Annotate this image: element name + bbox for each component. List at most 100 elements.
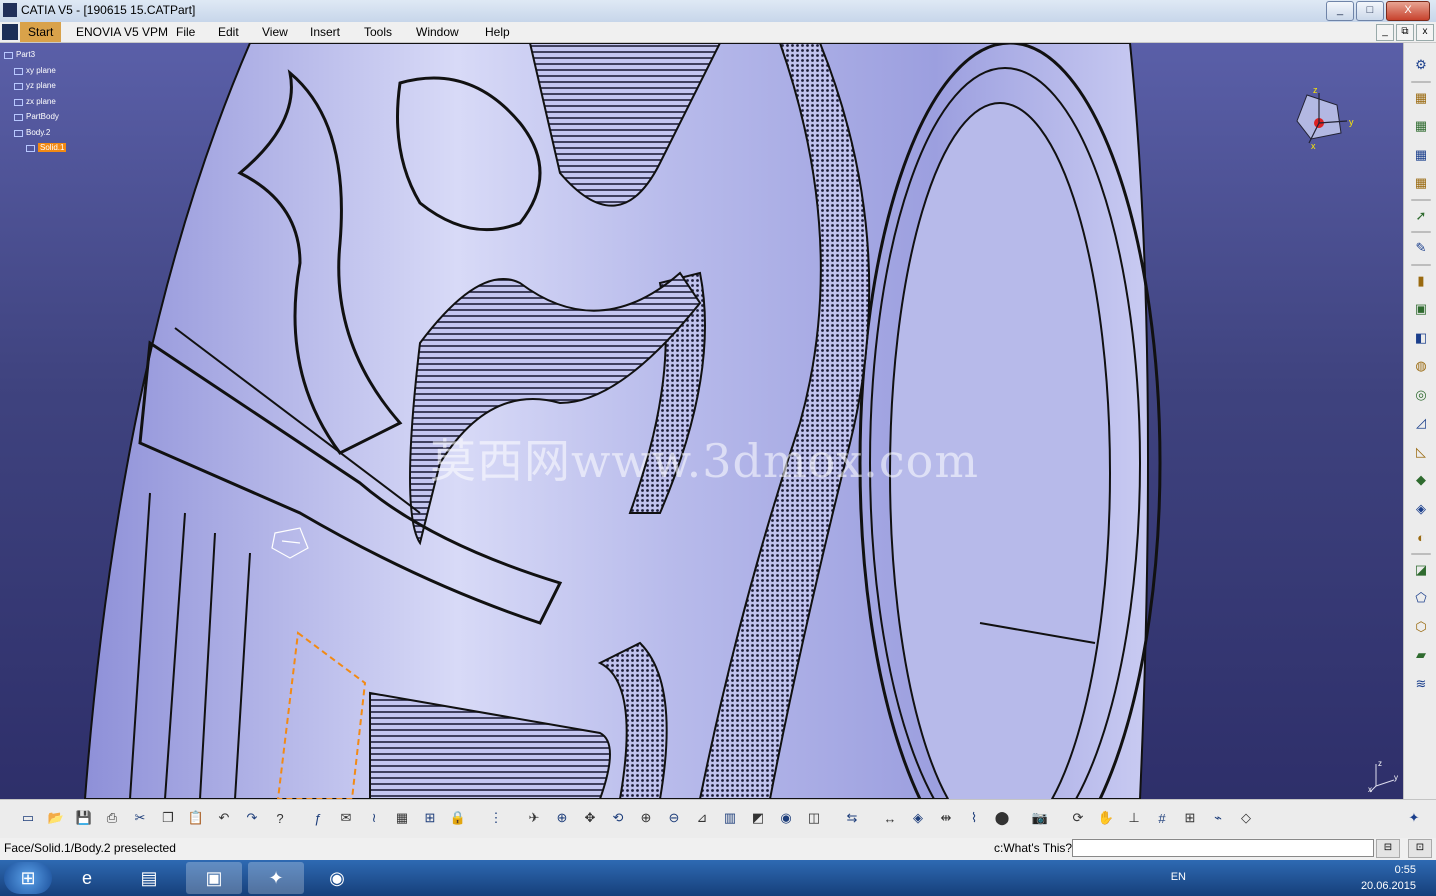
fit-all-icon[interactable]: ⊕ [552, 808, 572, 828]
language-indicator[interactable]: EN [1171, 871, 1186, 883]
grid-icon[interactable]: ⊞ [1180, 808, 1200, 828]
tree-node[interactable]: Body.2 [4, 125, 66, 141]
tree-node[interactable]: xy plane [4, 63, 66, 79]
tree-node[interactable]: Solid.1 [4, 140, 67, 156]
compass-widget[interactable]: z y x [1289, 85, 1359, 151]
menu-view[interactable]: View [262, 25, 288, 39]
close-button[interactable]: X [1386, 1, 1430, 21]
table-icon[interactable]: ▦ [392, 808, 412, 828]
catia-task-icon[interactable]: ✦ [248, 862, 304, 894]
pocket-icon[interactable]: ▣ [1411, 299, 1431, 319]
menu-help[interactable]: Help [485, 25, 510, 39]
draft-icon[interactable]: ⬠ [1411, 588, 1431, 608]
paste-icon[interactable]: 📋 [186, 808, 206, 828]
knowledge-icon[interactable]: ≀ [364, 808, 384, 828]
formula-icon[interactable]: ƒ [308, 808, 328, 828]
tree-node[interactable]: PartBody [4, 109, 66, 125]
iso-view-icon[interactable]: ◩ [748, 808, 768, 828]
fillet-icon[interactable]: ◐ [1411, 527, 1431, 547]
lock-icon[interactable]: 🔒 [448, 808, 468, 828]
update-icon[interactable]: ⟳ [1068, 808, 1088, 828]
units-icon[interactable]: # [1152, 808, 1172, 828]
menu-tools[interactable]: Tools [364, 25, 392, 39]
open-icon[interactable]: 📂 [46, 808, 66, 828]
param-icon[interactable]: ⋮ [486, 808, 506, 828]
view-icon[interactable]: ▦ [1411, 88, 1431, 108]
minimize-button[interactable]: _ [1326, 1, 1354, 21]
menu-start[interactable]: Start [20, 22, 62, 42]
hand-icon[interactable]: ✋ [1096, 808, 1116, 828]
view-icon[interactable]: ▦ [1411, 116, 1431, 136]
slot-icon[interactable]: ◺ [1411, 442, 1431, 462]
whats-this-icon[interactable]: ? [270, 808, 290, 828]
copy-icon[interactable]: ❐ [158, 808, 178, 828]
rib-icon[interactable]: ◿ [1411, 413, 1431, 433]
windows-start-button[interactable]: ⊞ [4, 862, 52, 894]
measure-icon[interactable]: ↔ [880, 808, 900, 828]
rotate-icon[interactable]: ⟲ [608, 808, 628, 828]
sketch-icon[interactable]: ✎ [1411, 238, 1431, 258]
internet-explorer-icon[interactable]: e [62, 862, 112, 894]
shell-icon[interactable]: ⬡ [1411, 617, 1431, 637]
doc-close-button[interactable]: x [1416, 24, 1434, 41]
groove-icon[interactable]: ◍ [1411, 356, 1431, 376]
zoom-out-icon[interactable]: ⊖ [664, 808, 684, 828]
thickness-icon[interactable]: ▰ [1411, 645, 1431, 665]
camera-icon[interactable]: 📷 [1030, 808, 1050, 828]
tree-node[interactable]: Part3 [4, 47, 66, 63]
thread-icon[interactable]: ≋ [1411, 674, 1431, 694]
menu-edit[interactable]: Edit [218, 25, 239, 39]
tree-node[interactable]: yz plane [4, 78, 66, 94]
zoom-in-icon[interactable]: ⊕ [636, 808, 656, 828]
normal-view-icon[interactable]: ⊿ [692, 808, 712, 828]
doc-restore-button[interactable]: ⧉ [1396, 24, 1414, 41]
pad-icon[interactable]: ▮ [1411, 271, 1431, 291]
menu-enovia-v5-vpm[interactable]: ENOVIA V5 VPM [76, 25, 168, 39]
chrome-icon[interactable]: ◉ [310, 862, 364, 894]
menu-file[interactable]: File [176, 25, 195, 39]
tree-node[interactable]: zx plane [4, 94, 66, 110]
multi-view-icon[interactable]: ▥ [720, 808, 740, 828]
pan-icon[interactable]: ✥ [580, 808, 600, 828]
menu-insert[interactable]: Insert [310, 25, 340, 39]
save-icon[interactable]: 💾 [74, 808, 94, 828]
view-icon[interactable]: ▦ [1411, 145, 1431, 165]
clock-time[interactable]: 0:55 [1395, 864, 1416, 876]
redo-icon[interactable]: ↷ [242, 808, 262, 828]
shading-icon[interactable]: ◉ [776, 808, 796, 828]
cut-icon[interactable]: ✂ [130, 808, 150, 828]
apply-material-icon[interactable]: ◈ [908, 808, 928, 828]
doc-minimize-button[interactable]: _ [1376, 24, 1394, 41]
menu-window[interactable]: Window [416, 25, 459, 39]
new-icon[interactable]: ▭ [18, 808, 38, 828]
stiffener-icon[interactable]: ◆ [1411, 470, 1431, 490]
swap-icon[interactable]: ⇆ [842, 808, 862, 828]
command-input[interactable] [1072, 839, 1374, 857]
plane-icon[interactable]: ◇ [1236, 808, 1256, 828]
comment-icon[interactable]: ✉ [336, 808, 356, 828]
measure-item-icon[interactable]: ⌇ [964, 808, 984, 828]
snap-icon[interactable]: ⌁ [1208, 808, 1228, 828]
status-options-button[interactable]: ⊡ [1408, 839, 1432, 858]
select-arrow-icon[interactable]: ➚ [1411, 206, 1431, 226]
hide-show-icon[interactable]: ◫ [804, 808, 824, 828]
catia-logo-icon[interactable]: ✦ [1398, 808, 1430, 828]
view-icon[interactable]: ▦ [1411, 173, 1431, 193]
chamfer-icon[interactable]: ◪ [1411, 560, 1431, 580]
gear-icon[interactable]: ⚙ [1411, 55, 1431, 75]
3d-viewport[interactable]: Part3 xy plane yz plane zx plane PartBody Bod… [0, 43, 1403, 799]
status-toggle-button[interactable]: ⊟ [1376, 839, 1400, 858]
graph-icon[interactable]: ⊞ [420, 808, 440, 828]
file-explorer-icon[interactable]: ▤ [124, 862, 174, 894]
axis-icon[interactable]: ⊥ [1124, 808, 1144, 828]
clock-date[interactable]: 20.06.2015 [1361, 880, 1416, 892]
fly-icon[interactable]: ✈ [524, 808, 544, 828]
hole-icon[interactable]: ◎ [1411, 385, 1431, 405]
catia-menu-icon[interactable] [2, 24, 18, 40]
multi-section-icon[interactable]: ◈ [1411, 499, 1431, 519]
specification-tree[interactable]: Part3 xy plane yz plane zx plane PartBody Bod… [4, 47, 67, 156]
shaft-icon[interactable]: ◧ [1411, 328, 1431, 348]
measure-between-icon[interactable]: ⇹ [936, 808, 956, 828]
desktop-app-icon[interactable]: ▣ [186, 862, 242, 894]
undo-icon[interactable]: ↶ [214, 808, 234, 828]
